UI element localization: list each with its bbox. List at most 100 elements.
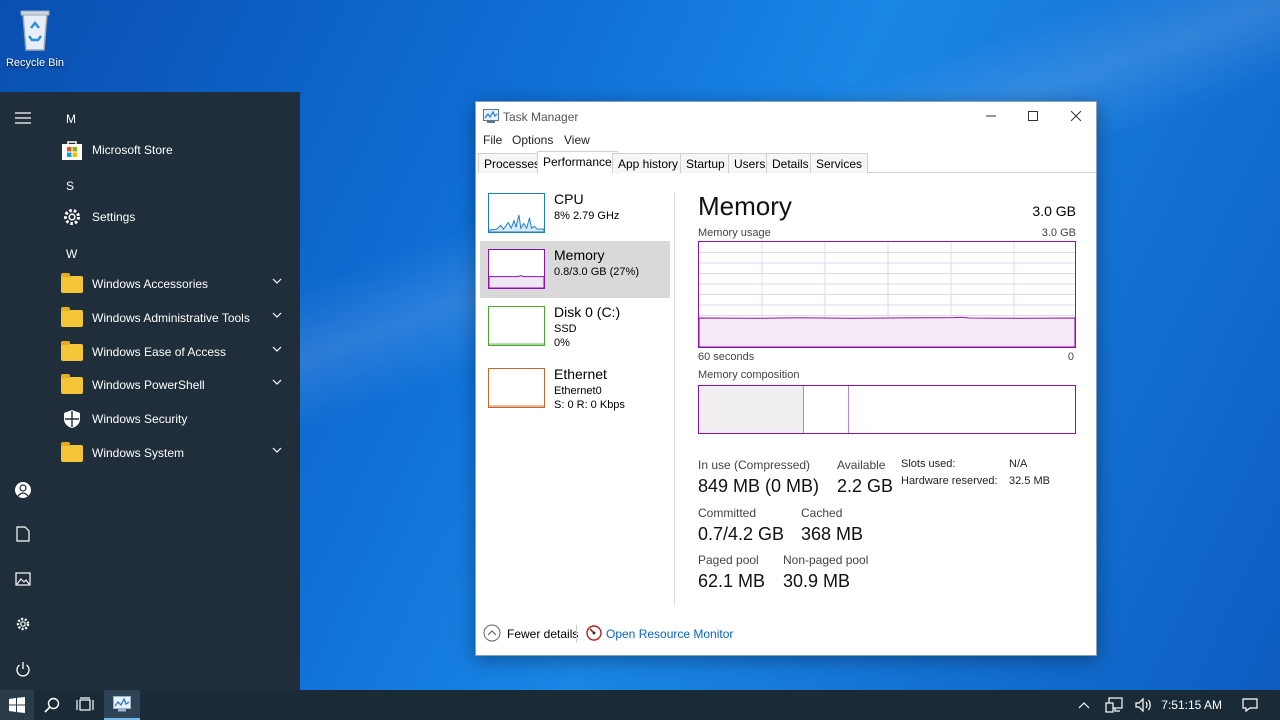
letter-header-s[interactable]: S	[66, 179, 74, 193]
sidebar-item-disk[interactable]: Disk 0 (C:) SSD 0%	[480, 298, 670, 355]
hardware-reserved-value: 32.5 MB	[1009, 475, 1050, 487]
tab-users[interactable]: Users	[728, 153, 772, 173]
task-manager-icon	[483, 109, 499, 123]
disk-name: Disk 0 (C:)	[554, 304, 621, 320]
app-windows-system[interactable]: Windows System	[58, 437, 290, 469]
taskbar-clock[interactable]: 7:51:15 AM	[1161, 698, 1222, 712]
documents-button[interactable]	[0, 514, 46, 554]
tab-app-history[interactable]: App history	[612, 153, 685, 173]
resource-title: Memory	[698, 191, 792, 221]
action-center-button[interactable]	[1236, 690, 1264, 720]
taskbar-task-manager[interactable]	[104, 690, 140, 720]
folder-icon	[60, 272, 84, 296]
chevron-down-icon	[272, 346, 282, 352]
settings-button[interactable]	[0, 604, 46, 644]
maximize-icon	[1028, 111, 1038, 121]
recycle-bin-icon	[20, 10, 50, 51]
store-icon	[60, 138, 84, 162]
paged-pool-value: 62.1 MB	[698, 571, 766, 591]
hamburger-icon	[15, 112, 31, 124]
graph-time-left: 60 seconds	[698, 351, 755, 363]
pane-divider	[674, 193, 675, 606]
document-icon	[16, 526, 30, 542]
tab-startup[interactable]: Startup	[680, 153, 731, 173]
task-manager-window: Task Manager File Options View Processes…	[475, 101, 1097, 656]
chevron-up-circle-icon[interactable]	[483, 624, 501, 642]
tab-services[interactable]: Services	[810, 153, 869, 173]
app-microsoft-store[interactable]: Microsoft Store	[58, 134, 290, 166]
start-button[interactable]	[0, 690, 34, 720]
letter-header-m[interactable]: M	[66, 112, 76, 126]
resource-monitor-icon	[586, 625, 602, 641]
app-label: Windows Administrative Tools	[92, 311, 250, 325]
app-windows-security[interactable]: Windows Security	[58, 403, 290, 435]
volume-button[interactable]	[1130, 690, 1158, 720]
sidebar-item-cpu[interactable]: CPU 8% 2.79 GHz	[480, 185, 670, 242]
available-value: 2.2 GB	[837, 476, 894, 496]
app-label: Windows Accessories	[92, 277, 209, 291]
network-button[interactable]	[1100, 690, 1128, 720]
app-settings[interactable]: Settings	[58, 201, 290, 233]
folder-icon	[60, 373, 84, 397]
cached-value: 368 MB	[801, 524, 864, 544]
recycle-bin-label: Recycle Bin	[5, 57, 65, 69]
task-view-button[interactable]	[69, 690, 101, 720]
sidebar-item-ethernet[interactable]: Ethernet Ethernet0 S: 0 R: 0 Kbps	[480, 360, 670, 417]
user-icon	[15, 482, 31, 498]
search-button[interactable]	[36, 690, 68, 720]
app-label: Windows System	[92, 446, 185, 460]
minimize-button[interactable]	[970, 102, 1012, 130]
tab-processes[interactable]: Processes	[478, 153, 547, 173]
app-windows-administrative-tools[interactable]: Windows Administrative Tools	[58, 302, 290, 334]
gear-icon	[60, 205, 84, 229]
close-button[interactable]	[1055, 102, 1097, 130]
memory-usage-label: Memory usage	[698, 227, 771, 239]
folder-icon	[60, 340, 84, 364]
non-paged-pool-label: Non-paged pool	[783, 553, 869, 567]
start-menu: M Microsoft Store S Settings W Windows A…	[0, 92, 300, 692]
menu-view[interactable]: View	[564, 133, 590, 147]
fewer-details-button[interactable]: Fewer details	[507, 627, 578, 641]
recycle-bin[interactable]: Recycle Bin	[4, 6, 66, 69]
show-hidden-icons-button[interactable]	[1072, 690, 1096, 720]
non-paged-pool-value: 30.9 MB	[783, 571, 851, 591]
folder-icon	[60, 441, 84, 465]
chevron-down-icon	[272, 379, 282, 385]
search-icon	[44, 697, 60, 713]
ethernet-throughput: S: 0 R: 0 Kbps	[554, 399, 625, 411]
chevron-up-icon	[1078, 702, 1090, 709]
window-title: Task Manager	[503, 110, 579, 124]
graph-time-right: 0	[1067, 351, 1074, 363]
letter-header-w[interactable]: W	[66, 247, 77, 261]
settings-icon	[16, 617, 30, 631]
hardware-reserved-label: Hardware reserved:	[901, 475, 998, 487]
tab-bar: Processes Performance App history Startu…	[478, 151, 1096, 174]
open-resource-monitor-link[interactable]: Open Resource Monitor	[606, 627, 733, 641]
memory-name: Memory	[554, 247, 605, 263]
tab-performance[interactable]: Performance	[537, 151, 618, 174]
disk-usage: 0%	[554, 337, 570, 349]
app-windows-powershell[interactable]: Windows PowerShell	[58, 369, 290, 401]
memory-usage-max: 3.0 GB	[1041, 227, 1076, 239]
taskbar: 7:51:15 AM	[0, 690, 1280, 720]
slots-used-label: Slots used:	[901, 458, 956, 470]
title-bar[interactable]: Task Manager	[476, 102, 1096, 130]
hamburger-button[interactable]	[0, 98, 46, 138]
available-label: Available	[837, 458, 886, 472]
tab-details[interactable]: Details	[766, 153, 815, 173]
pictures-icon	[15, 572, 31, 586]
sidebar-item-memory[interactable]: Memory 0.8/3.0 GB (27%)	[480, 241, 670, 298]
maximize-button[interactable]	[1012, 102, 1054, 130]
menu-options[interactable]: Options	[512, 133, 553, 147]
power-button[interactable]	[0, 649, 46, 689]
in-use-label: In use (Compressed)	[698, 458, 811, 472]
app-windows-ease-of-access[interactable]: Windows Ease of Access	[58, 336, 290, 368]
pictures-button[interactable]	[0, 559, 46, 599]
app-label: Windows Security	[92, 412, 188, 426]
menu-file[interactable]: File	[483, 133, 502, 147]
app-windows-accessories[interactable]: Windows Accessories	[58, 268, 290, 300]
close-icon	[1071, 111, 1081, 121]
user-account-button[interactable]	[0, 470, 46, 510]
ethernet-thumbnail-graph	[488, 368, 545, 408]
memory-composition-label: Memory composition	[698, 369, 800, 381]
